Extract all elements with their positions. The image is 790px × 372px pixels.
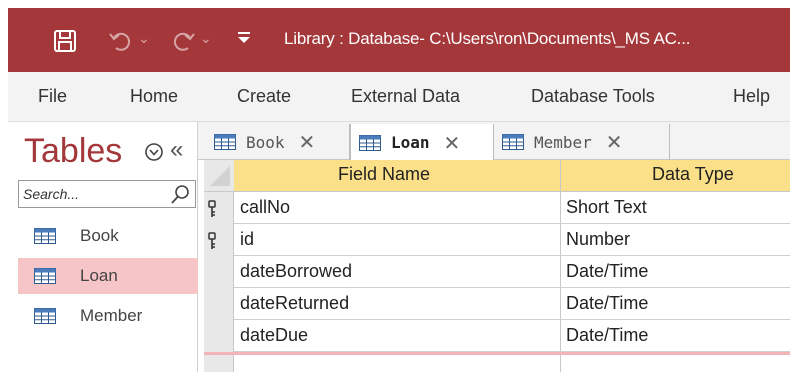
ribbon-tab-database-tools[interactable]: Database Tools	[531, 86, 655, 107]
data-type-cell[interactable]: Date/Time	[566, 293, 648, 314]
grid-header-row: Field Name Data Type	[234, 160, 790, 192]
nav-dropdown-icon[interactable]	[144, 142, 164, 162]
doc-tab-member[interactable]: Member ✕	[494, 124, 670, 160]
field-name-cell[interactable]: dateReturned	[240, 293, 349, 314]
primary-key-icon	[206, 200, 218, 220]
ribbon-tabs: File Home Create External Data Database …	[8, 72, 790, 122]
doc-tab-label: Loan	[391, 133, 430, 152]
nav-item-label: Book	[80, 226, 119, 245]
nav-item-book[interactable]: Book	[18, 218, 200, 254]
doc-tab-loan[interactable]: Loan ✕	[350, 124, 494, 161]
ribbon-tab-create[interactable]: Create	[237, 86, 291, 107]
field-name-cell[interactable]: dateDue	[240, 325, 308, 346]
nav-item-loan[interactable]: Loan	[18, 258, 200, 294]
field-row[interactable]: dateBorrowed Date/Time	[234, 256, 790, 288]
window-title: Library : Database- C:\Users\ron\Documen…	[284, 29, 691, 48]
close-icon[interactable]: ✕	[444, 131, 461, 155]
undo-icon[interactable]	[108, 28, 134, 54]
field-name-header: Field Name	[338, 164, 431, 184]
field-row[interactable]: id Number	[234, 224, 790, 256]
ribbon-tab-file[interactable]: File	[38, 86, 67, 107]
grid-corner	[204, 160, 234, 192]
close-icon[interactable]: ✕	[299, 130, 316, 154]
primary-key-icon	[206, 232, 218, 252]
table-design-grid: Field Name Data Type callNo Short Text i…	[198, 160, 790, 372]
field-name-cell[interactable]: id	[240, 229, 254, 250]
table-icon	[214, 134, 236, 150]
nav-item-label: Member	[80, 306, 143, 325]
field-name-cell[interactable]: callNo	[240, 197, 290, 218]
search-icon[interactable]	[169, 184, 191, 206]
data-type-cell[interactable]: Date/Time	[566, 261, 648, 282]
field-row[interactable]: callNo Short Text	[234, 192, 790, 224]
new-row-indicator	[204, 352, 790, 355]
table-icon	[502, 134, 524, 150]
save-icon[interactable]	[52, 28, 78, 54]
nav-pane-title[interactable]: Tables	[24, 132, 122, 171]
customize-qat-icon[interactable]	[236, 28, 252, 51]
redo-icon[interactable]	[170, 28, 196, 54]
data-type-cell[interactable]: Date/Time	[566, 325, 648, 346]
ribbon-tab-help[interactable]: Help	[733, 86, 770, 107]
ribbon-tab-home[interactable]: Home	[130, 86, 178, 107]
doc-tab-label: Book	[246, 132, 285, 152]
field-row[interactable]: dateReturned Date/Time	[234, 288, 790, 320]
redo-dropdown-icon[interactable]: ⌄	[200, 30, 212, 47]
field-name-cell[interactable]: dateBorrowed	[240, 261, 352, 282]
nav-search-input[interactable]	[19, 181, 159, 207]
ribbon-tab-external-data[interactable]: External Data	[351, 86, 460, 107]
navigation-pane: Tables « Book Loan Member	[8, 122, 200, 372]
data-type-cell[interactable]: Short Text	[566, 197, 647, 218]
nav-item-member[interactable]: Member	[18, 298, 200, 334]
document-tabs: Book ✕ Loan ✕ Member ✕	[198, 122, 790, 161]
nav-item-label: Loan	[80, 266, 118, 285]
table-icon	[34, 308, 56, 324]
close-icon[interactable]: ✕	[606, 130, 623, 154]
doc-tab-book[interactable]: Book ✕	[206, 124, 350, 160]
undo-dropdown-icon[interactable]: ⌄	[138, 30, 150, 47]
data-type-cell[interactable]: Number	[566, 229, 630, 250]
table-icon	[34, 228, 56, 244]
table-icon	[359, 134, 381, 151]
doc-tab-label: Member	[534, 132, 592, 152]
nav-search-box[interactable]	[18, 180, 196, 208]
collapse-pane-icon[interactable]: «	[170, 136, 183, 164]
title-bar: ⌄ ⌄ Library : Database- C:\Users\ron\Doc…	[8, 8, 790, 72]
table-icon	[34, 268, 56, 284]
field-row[interactable]: dateDue Date/Time	[234, 320, 790, 352]
data-type-header: Data Type	[652, 164, 734, 184]
